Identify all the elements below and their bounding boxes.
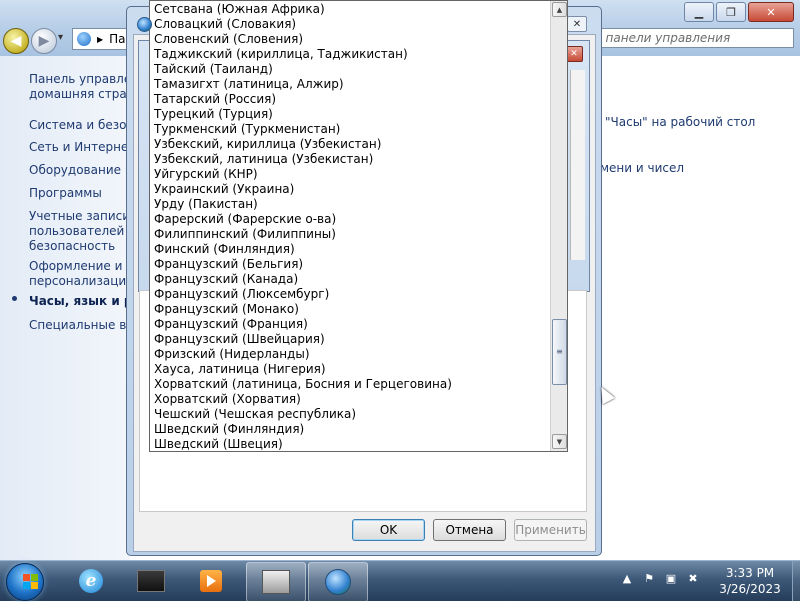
- dropdown-list-item[interactable]: Шведский (Финляндия): [154, 422, 304, 437]
- dropdown-list-item[interactable]: Хауса, латиница (Нигерия): [154, 362, 326, 377]
- dropdown-list-item[interactable]: Французский (Бельгия): [154, 257, 303, 272]
- dropdown-list-item[interactable]: Чешский (Чешская республика): [154, 407, 356, 422]
- dropdown-list-item[interactable]: Финский (Финляндия): [154, 242, 295, 257]
- taskbar-control-panel[interactable]: [246, 562, 306, 602]
- clock-date: 3/26/2023: [719, 582, 781, 596]
- minimize-button[interactable]: ▁: [684, 2, 714, 22]
- cancel-button[interactable]: Отмена: [433, 519, 506, 541]
- taskbar-explorer[interactable]: [122, 562, 180, 600]
- file-explorer-icon: [137, 570, 165, 592]
- dropdown-list-item[interactable]: Таджикский (кириллица, Таджикистан): [154, 47, 408, 62]
- dropdown-list-item[interactable]: Узбекский, латиница (Узбекистан): [154, 152, 373, 167]
- sidebar-item-user-accounts-line2[interactable]: пользователей и: [29, 224, 136, 239]
- dropdown-list-item[interactable]: Сетсвана (Южная Африка): [154, 2, 325, 17]
- sidebar-item-accessibility[interactable]: Специальные воз: [29, 318, 140, 333]
- apply-button[interactable]: Применить: [514, 519, 587, 541]
- sidebar-item-clock-language[interactable]: Часы, язык и ре: [29, 294, 141, 309]
- dropdown-list-item[interactable]: Французский (Монако): [154, 302, 299, 317]
- dropdown-list-item[interactable]: Турецкий (Турция): [154, 107, 273, 122]
- breadcrumb[interactable]: Па: [109, 32, 125, 46]
- taskbar-media-player[interactable]: [182, 562, 240, 600]
- taskbar-region-dialog[interactable]: [308, 562, 368, 602]
- control-panel-icon: [77, 32, 91, 46]
- close-button[interactable]: ✕: [748, 2, 794, 22]
- recent-pages-chevron-icon[interactable]: ▾: [58, 32, 63, 43]
- maximize-button[interactable]: ❐: [716, 2, 746, 22]
- dialog-close-button[interactable]: ✕: [567, 16, 587, 32]
- dropdown-list-item[interactable]: Тайский (Таиланд): [154, 62, 273, 77]
- sidebar-item-network[interactable]: Сеть и Интернет: [29, 140, 135, 155]
- change-time-number-format-link[interactable]: мени и чисел: [600, 161, 684, 175]
- dropdown-list-item[interactable]: Словацкий (Словакия): [154, 17, 296, 32]
- add-clock-gadget-link[interactable]: "Часы" на рабочий стол: [605, 115, 755, 129]
- search-input[interactable]: ск в панели управления: [570, 28, 794, 48]
- windows-flag-icon: [23, 574, 39, 590]
- dropdown-list-item[interactable]: Филиппинский (Филиппины): [154, 227, 336, 242]
- sidebar-item-appearance-line2[interactable]: персонализация: [29, 274, 133, 289]
- dropdown-list-item[interactable]: Фарерский (Фарерские о-ва): [154, 212, 336, 227]
- taskbar: e ▲ ⚑ ▣ ✖ 3:33 PM 3/26/2023: [0, 560, 800, 602]
- back-arrow-icon[interactable]: ◀: [3, 28, 29, 54]
- control-panel-icon: [262, 570, 290, 594]
- dropdown-list-item[interactable]: Французский (Люксембург): [154, 287, 329, 302]
- scroll-up-arrow-icon[interactable]: ▲: [552, 2, 567, 17]
- dropdown-list-item[interactable]: Хорватский (латиница, Босния и Герцегови…: [154, 377, 452, 392]
- scrollbar-thumb[interactable]: ≡: [552, 318, 567, 385]
- flag-icon[interactable]: ⚑: [642, 571, 656, 585]
- dropdown-list-item[interactable]: Французский (Канада): [154, 272, 298, 287]
- sidebar-item-user-accounts-line3[interactable]: безопасность: [29, 239, 115, 254]
- language-dropdown-list[interactable]: Сетсвана (Южная Африка) Словацкий (Словак…: [149, 0, 568, 452]
- ok-button[interactable]: OK: [352, 519, 425, 541]
- breadcrumb-separator-icon: ▶: [97, 34, 104, 44]
- forward-arrow-icon[interactable]: ▶: [31, 28, 57, 54]
- system-tray: ▲ ⚑ ▣ ✖: [620, 571, 700, 585]
- dropdown-list-item[interactable]: Французский (Швейцария): [154, 332, 325, 347]
- dropdown-list-item[interactable]: Фризский (Нидерланды): [154, 347, 310, 362]
- dropdown-list-item[interactable]: Французский (Франция): [154, 317, 308, 332]
- show-desktop-button[interactable]: [792, 561, 800, 601]
- window-caption-buttons: ▁ ❐ ✕: [684, 2, 794, 22]
- dropdown-list-item[interactable]: Урду (Пакистан): [154, 197, 258, 212]
- dropdown-list-item[interactable]: Шведский (Швеция): [154, 437, 283, 451]
- sidebar-home-link-line1[interactable]: Панель управлен: [29, 72, 139, 87]
- dropdown-list-item[interactable]: Туркменский (Туркменистан): [154, 122, 340, 137]
- dropdown-scrollbar[interactable]: ▲ ≡ ▼: [550, 1, 567, 451]
- internet-explorer-icon: e: [79, 569, 103, 593]
- sidebar-item-appearance-line1[interactable]: Оформление и: [29, 259, 122, 274]
- volume-muted-icon[interactable]: ✖: [686, 571, 700, 585]
- show-hidden-icons-chevron-icon[interactable]: ▲: [620, 571, 634, 585]
- dropdown-list-item[interactable]: Уйгурский (КНР): [154, 167, 258, 182]
- sidebar-item-system-security[interactable]: Система и безопа: [29, 118, 142, 133]
- sidebar-item-programs[interactable]: Программы: [29, 186, 102, 201]
- clock-time: 3:33 PM: [725, 566, 775, 580]
- dropdown-list-item[interactable]: Татарский (Россия): [154, 92, 276, 107]
- active-item-bullet-icon: [12, 296, 17, 301]
- media-player-icon: [200, 570, 222, 592]
- globe-icon: [137, 17, 152, 32]
- scroll-down-arrow-icon[interactable]: ▼: [552, 434, 567, 449]
- dropdown-list-item[interactable]: Тамазигхт (латиница, Алжир): [154, 77, 344, 92]
- sidebar-item-user-accounts-line1[interactable]: Учетные записи: [29, 209, 130, 224]
- taskbar-clock[interactable]: 3:33 PM 3/26/2023: [716, 565, 784, 597]
- network-icon[interactable]: ▣: [664, 571, 678, 585]
- inner-dialog-side-panel: [570, 70, 585, 260]
- dropdown-list-item[interactable]: Узбекский, кириллица (Узбекистан): [154, 137, 381, 152]
- globe-clock-icon: [325, 569, 351, 595]
- dropdown-list-item[interactable]: Украинский (Украина): [154, 182, 294, 197]
- taskbar-internet-explorer[interactable]: e: [62, 562, 120, 600]
- dropdown-list-item[interactable]: Словенский (Словения): [154, 32, 303, 47]
- dropdown-list-item[interactable]: Хорватский (Хорватия): [154, 392, 301, 407]
- windows-start-icon[interactable]: [6, 563, 44, 601]
